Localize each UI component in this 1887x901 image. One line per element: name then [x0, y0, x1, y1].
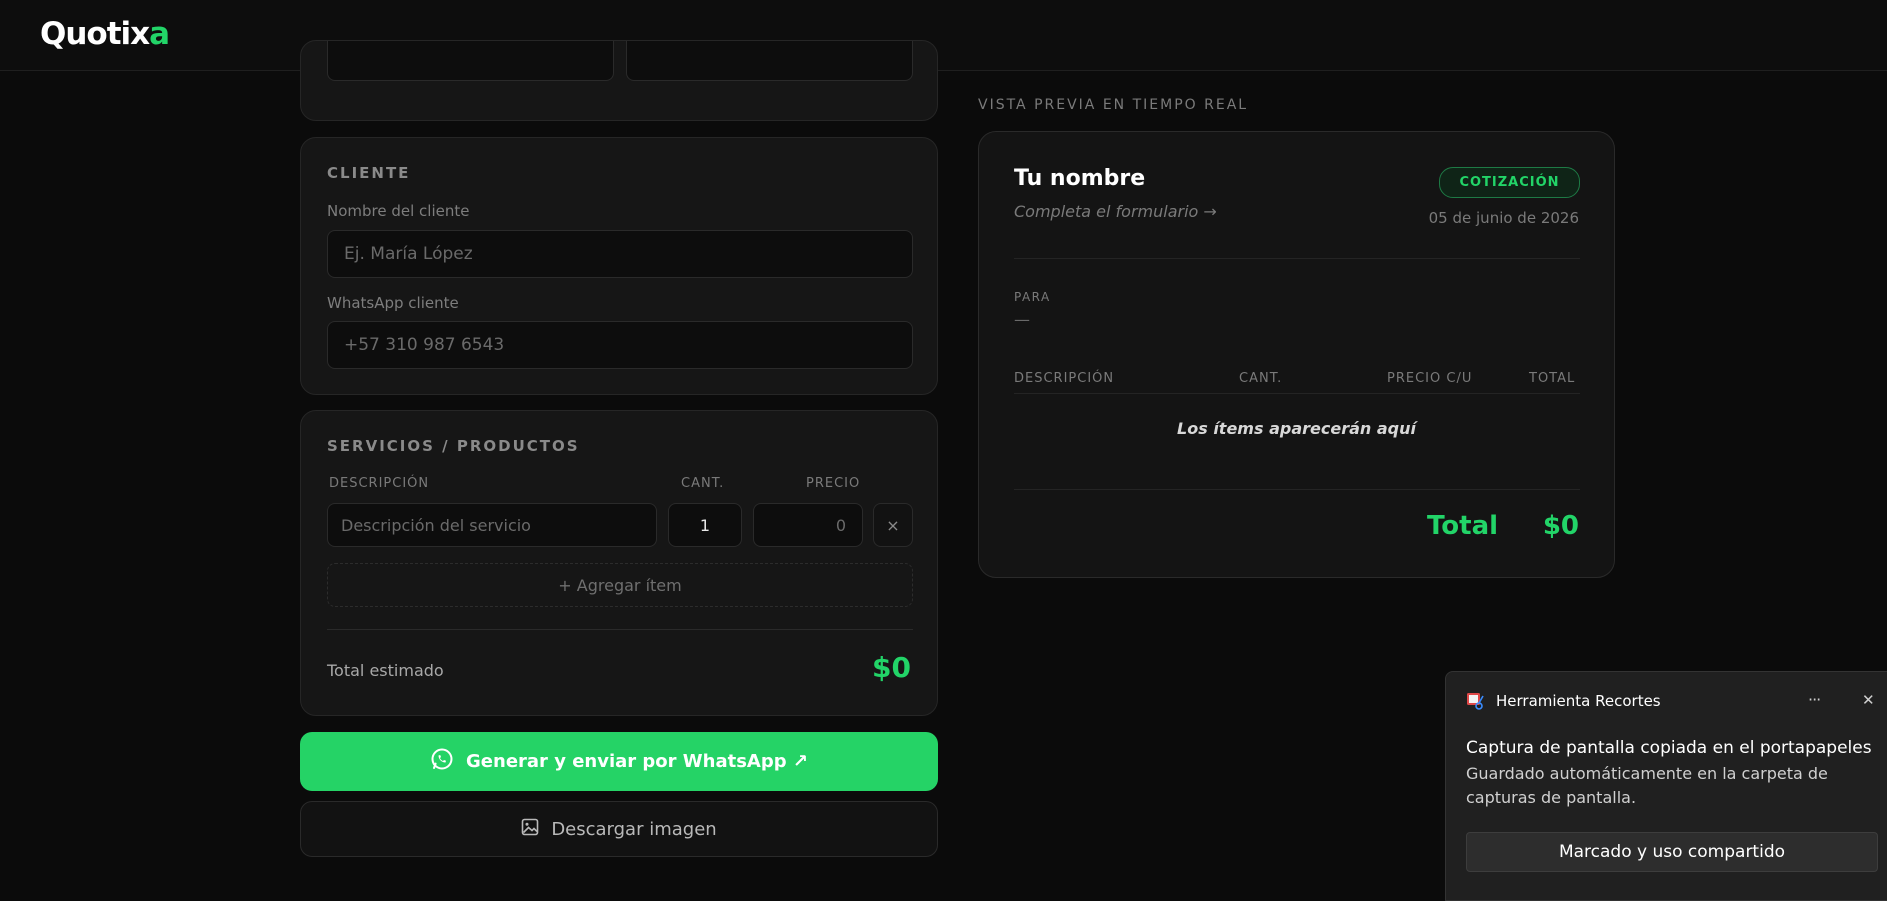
preview-empty-message: Los ítems aparecerán aquí: [1177, 419, 1416, 438]
client-name-input[interactable]: [327, 230, 913, 278]
close-icon[interactable]: ✕: [1862, 691, 1875, 709]
remove-item-button[interactable]: ×: [873, 503, 913, 547]
preview-col-description: DESCRIPCIÓN: [1014, 371, 1115, 386]
item-price-input[interactable]: [753, 503, 863, 547]
preview-issuer-name: Tu nombre: [1014, 166, 1146, 191]
business-input-right[interactable]: [626, 41, 913, 81]
app-logo[interactable]: Quotixa: [40, 16, 170, 52]
live-preview-label: VISTA PREVIA EN TIEMPO REAL: [978, 97, 1249, 113]
preview-header-divider: [1014, 393, 1580, 394]
snipping-tool-notification: Herramienta Recortes ··· ✕ Captura de pa…: [1445, 671, 1887, 901]
services-section-title: SERVICIOS / PRODUCTOS: [327, 437, 580, 455]
business-card-partial: [300, 40, 938, 121]
item-qty-input[interactable]: [668, 503, 742, 547]
client-whatsapp-label: WhatsApp cliente: [327, 294, 459, 312]
close-icon: ×: [886, 515, 900, 535]
estimated-total-value: $0: [872, 651, 911, 684]
preview-subtitle: Completa el formulario →: [1014, 202, 1217, 221]
preview-col-unit-price: PRECIO C/U: [1387, 371, 1473, 386]
whatsapp-icon: [430, 747, 454, 776]
download-image-label: Descargar imagen: [551, 818, 717, 840]
preview-para-label: PARA: [1014, 290, 1051, 304]
client-section-title: CLIENTE: [327, 164, 411, 182]
client-card: CLIENTE Nombre del cliente WhatsApp clie…: [300, 137, 938, 395]
preview-total-label: Total: [1427, 511, 1499, 541]
preview-col-total: TOTAL: [1529, 371, 1576, 386]
services-col-price: PRECIO: [806, 476, 861, 491]
whatsapp-send-label: Generar y enviar por WhatsApp ↗: [466, 751, 808, 772]
top-bar: Quotixa: [0, 0, 1887, 71]
preview-total-value: $0: [1542, 511, 1579, 541]
preview-para-value: —: [1014, 310, 1030, 329]
quote-badge: COTIZACIÓN: [1439, 167, 1580, 198]
preview-date: 05 de junio de 2026: [1428, 209, 1579, 227]
client-whatsapp-input[interactable]: [327, 321, 913, 369]
client-name-label: Nombre del cliente: [327, 202, 470, 220]
whatsapp-send-button[interactable]: Generar y enviar por WhatsApp ↗: [300, 732, 938, 791]
add-item-button[interactable]: + Agregar ítem: [327, 563, 913, 607]
logo-main: Quotix: [40, 16, 150, 52]
services-card: SERVICIOS / PRODUCTOS DESCRIPCIÓN CANT. …: [300, 410, 938, 716]
logo-accent: a: [149, 16, 170, 52]
preview-col-qty: CANT.: [1239, 371, 1283, 386]
services-col-qty: CANT.: [681, 476, 725, 491]
preview-divider-bottom: [1014, 489, 1580, 490]
business-input-left[interactable]: [327, 41, 614, 81]
image-icon: [521, 818, 539, 841]
item-description-input[interactable]: [327, 503, 657, 547]
toast-body: Guardado automáticamente en la carpeta d…: [1466, 764, 1828, 807]
services-col-description: DESCRIPCIÓN: [329, 476, 430, 491]
quote-preview-card: Tu nombre Completa el formulario → COTIZ…: [978, 131, 1615, 578]
estimated-total-label: Total estimado: [327, 661, 444, 680]
more-options-icon[interactable]: ···: [1808, 690, 1821, 709]
download-image-button[interactable]: Descargar imagen: [300, 801, 938, 857]
toast-title: Captura de pantalla copiada en el portap…: [1466, 738, 1872, 758]
snipping-tool-icon: [1466, 691, 1486, 715]
snipping-tool-app-name: Herramienta Recortes: [1496, 692, 1661, 710]
preview-divider-top: [1014, 258, 1580, 259]
services-divider: [327, 629, 913, 630]
markup-share-button[interactable]: Marcado y uso compartido: [1466, 832, 1878, 872]
